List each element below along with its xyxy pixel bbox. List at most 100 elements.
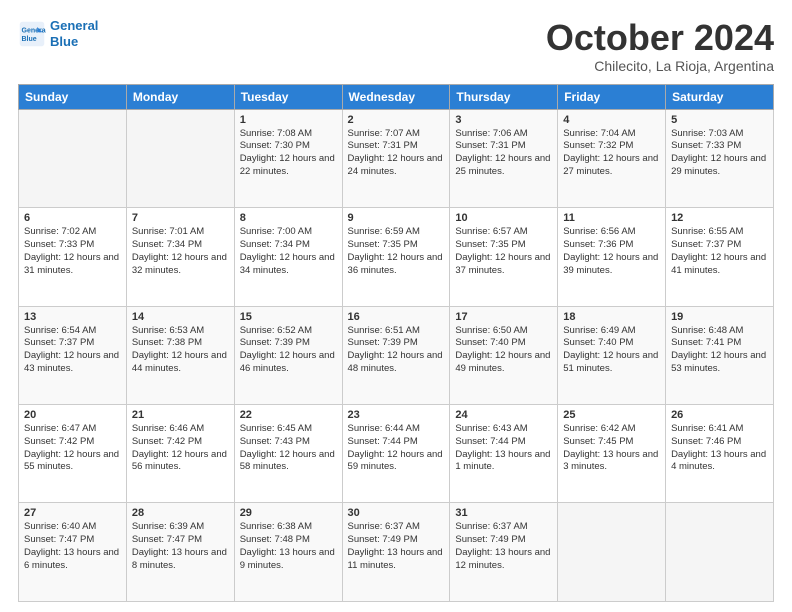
day-info: Sunrise: 6:46 AM [132, 423, 229, 436]
day-info: Daylight: 12 hours and 25 minutes. [455, 153, 552, 179]
day-info: Sunset: 7:32 PM [563, 140, 660, 153]
location-subtitle: Chilecito, La Rioja, Argentina [546, 58, 774, 74]
day-info: Sunset: 7:33 PM [24, 239, 121, 252]
day-number: 30 [348, 507, 445, 519]
weekday-sunday: Sunday [19, 84, 127, 109]
day-info: Daylight: 12 hours and 22 minutes. [240, 153, 337, 179]
calendar-header: SundayMondayTuesdayWednesdayThursdayFrid… [19, 84, 774, 109]
day-info: Daylight: 12 hours and 56 minutes. [132, 449, 229, 475]
day-info: Sunrise: 6:50 AM [455, 325, 552, 338]
day-number: 9 [348, 212, 445, 224]
day-info: Daylight: 12 hours and 37 minutes. [455, 252, 552, 278]
calendar-cell: 6 Sunrise: 7:02 AMSunset: 7:33 PMDaylight… [19, 208, 127, 306]
calendar-cell: 29Sunrise: 6:38 AMSunset: 7:48 PMDayligh… [234, 503, 342, 602]
day-info: Sunset: 7:40 PM [455, 337, 552, 350]
weekday-wednesday: Wednesday [342, 84, 450, 109]
day-info: Sunrise: 6:49 AM [563, 325, 660, 338]
day-info: Daylight: 12 hours and 49 minutes. [455, 350, 552, 376]
day-info: Sunrise: 7:04 AM [563, 128, 660, 141]
day-info: Sunset: 7:45 PM [563, 436, 660, 449]
day-info: Sunrise: 6:37 AM [455, 521, 552, 534]
day-info: Sunset: 7:49 PM [455, 534, 552, 547]
day-number: 16 [348, 311, 445, 323]
calendar-cell [558, 503, 666, 602]
calendar-cell: 2Sunrise: 7:07 AMSunset: 7:31 PMDaylight… [342, 109, 450, 207]
day-info: Daylight: 12 hours and 59 minutes. [348, 449, 445, 475]
calendar-cell: 12Sunrise: 6:55 AMSunset: 7:37 PMDayligh… [666, 208, 774, 306]
calendar-cell: 20Sunrise: 6:47 AMSunset: 7:42 PMDayligh… [19, 405, 127, 503]
day-info: Daylight: 12 hours and 31 minutes. [24, 252, 121, 278]
calendar: SundayMondayTuesdayWednesdayThursdayFrid… [18, 84, 774, 602]
day-number: 8 [240, 212, 337, 224]
weekday-header-row: SundayMondayTuesdayWednesdayThursdayFrid… [19, 84, 774, 109]
day-number: 27 [24, 507, 121, 519]
day-info: Daylight: 12 hours and 46 minutes. [240, 350, 337, 376]
day-info: Daylight: 12 hours and 43 minutes. [24, 350, 121, 376]
weekday-monday: Monday [126, 84, 234, 109]
calendar-cell: 24Sunrise: 6:43 AMSunset: 7:44 PMDayligh… [450, 405, 558, 503]
weekday-tuesday: Tuesday [234, 84, 342, 109]
day-number: 29 [240, 507, 337, 519]
calendar-cell [666, 503, 774, 602]
weekday-saturday: Saturday [666, 84, 774, 109]
day-info: Sunrise: 6:53 AM [132, 325, 229, 338]
day-info: Sunrise: 6:43 AM [455, 423, 552, 436]
day-info: Daylight: 13 hours and 11 minutes. [348, 547, 445, 573]
day-info: Sunrise: 6:37 AM [348, 521, 445, 534]
week-row-1: 6Sunrise: 7:02 AMSunset: 7:33 PMDaylight… [19, 208, 774, 306]
day-number: 6 [24, 212, 121, 224]
day-info: Sunrise: 6:44 AM [348, 423, 445, 436]
day-info: Sunrise: 7:02 AM [24, 226, 121, 239]
day-info: Sunrise: 7:01 AM [132, 226, 229, 239]
day-number: 22 [240, 409, 337, 421]
day-info: Sunrise: 6:56 AM [563, 226, 660, 239]
calendar-cell: 10Sunrise: 6:57 AMSunset: 7:35 PMDayligh… [450, 208, 558, 306]
day-info: Sunset: 7:35 PM [348, 239, 445, 252]
day-info: Sunset: 7:44 PM [455, 436, 552, 449]
day-info: Sunset: 7:43 PM [240, 436, 337, 449]
day-number: 19 [671, 311, 768, 323]
day-info: Sunrise: 6:40 AM [24, 521, 121, 534]
logo-text: General Blue [50, 18, 98, 49]
day-info: Sunset: 7:31 PM [455, 140, 552, 153]
week-row-3: 20Sunrise: 6:47 AMSunset: 7:42 PMDayligh… [19, 405, 774, 503]
calendar-cell: 31Sunrise: 6:37 AMSunset: 7:49 PMDayligh… [450, 503, 558, 602]
calendar-cell: 23Sunrise: 6:44 AMSunset: 7:44 PMDayligh… [342, 405, 450, 503]
day-info: Sunrise: 6:52 AM [240, 325, 337, 338]
day-info: Daylight: 12 hours and 24 minutes. [348, 153, 445, 179]
day-info: Sunset: 7:46 PM [671, 436, 768, 449]
day-info: Sunrise: 7:03 AM [671, 128, 768, 141]
day-info: Daylight: 12 hours and 39 minutes. [563, 252, 660, 278]
day-info: Sunset: 7:49 PM [348, 534, 445, 547]
calendar-cell: 22 Sunrise: 6:45 AMSunset: 7:43 PMDayligh… [234, 405, 342, 503]
day-number: 7 [132, 212, 229, 224]
logo-line2: Blue [50, 34, 78, 49]
calendar-cell: 26Sunrise: 6:41 AMSunset: 7:46 PMDayligh… [666, 405, 774, 503]
logo: General Blue General Blue [18, 18, 98, 49]
day-info: Sunrise: 7:08 AM [240, 128, 337, 141]
day-number: 5 [671, 114, 768, 126]
day-number: 13 [24, 311, 121, 323]
day-info: Sunrise: 6:42 AM [563, 423, 660, 436]
day-number: 14 [132, 311, 229, 323]
day-number: 17 [455, 311, 552, 323]
calendar-cell: 11Sunrise: 6:56 AMSunset: 7:36 PMDayligh… [558, 208, 666, 306]
calendar-cell: 21Sunrise: 6:46 AMSunset: 7:42 PMDayligh… [126, 405, 234, 503]
day-info: Daylight: 12 hours and 58 minutes. [240, 449, 337, 475]
day-info: Daylight: 13 hours and 1 minute. [455, 449, 552, 475]
day-info: Sunset: 7:37 PM [671, 239, 768, 252]
day-info: Daylight: 13 hours and 9 minutes. [240, 547, 337, 573]
day-info: Sunrise: 7:07 AM [348, 128, 445, 141]
weekday-thursday: Thursday [450, 84, 558, 109]
calendar-cell: 18Sunrise: 6:49 AMSunset: 7:40 PMDayligh… [558, 306, 666, 404]
calendar-cell: 7Sunrise: 7:01 AMSunset: 7:34 PMDaylight… [126, 208, 234, 306]
day-info: Sunrise: 6:45 AM [240, 423, 337, 436]
week-row-2: 13Sunrise: 6:54 AMSunset: 7:37 PMDayligh… [19, 306, 774, 404]
day-info: Sunrise: 6:55 AM [671, 226, 768, 239]
day-info: Daylight: 13 hours and 4 minutes. [671, 449, 768, 475]
calendar-cell: 9Sunrise: 6:59 AMSunset: 7:35 PMDaylight… [342, 208, 450, 306]
day-info: Sunset: 7:36 PM [563, 239, 660, 252]
logo-icon: General Blue [18, 20, 46, 48]
calendar-body: 1Sunrise: 7:08 AMSunset: 7:30 PMDaylight… [19, 109, 774, 601]
day-info: Sunset: 7:30 PM [240, 140, 337, 153]
